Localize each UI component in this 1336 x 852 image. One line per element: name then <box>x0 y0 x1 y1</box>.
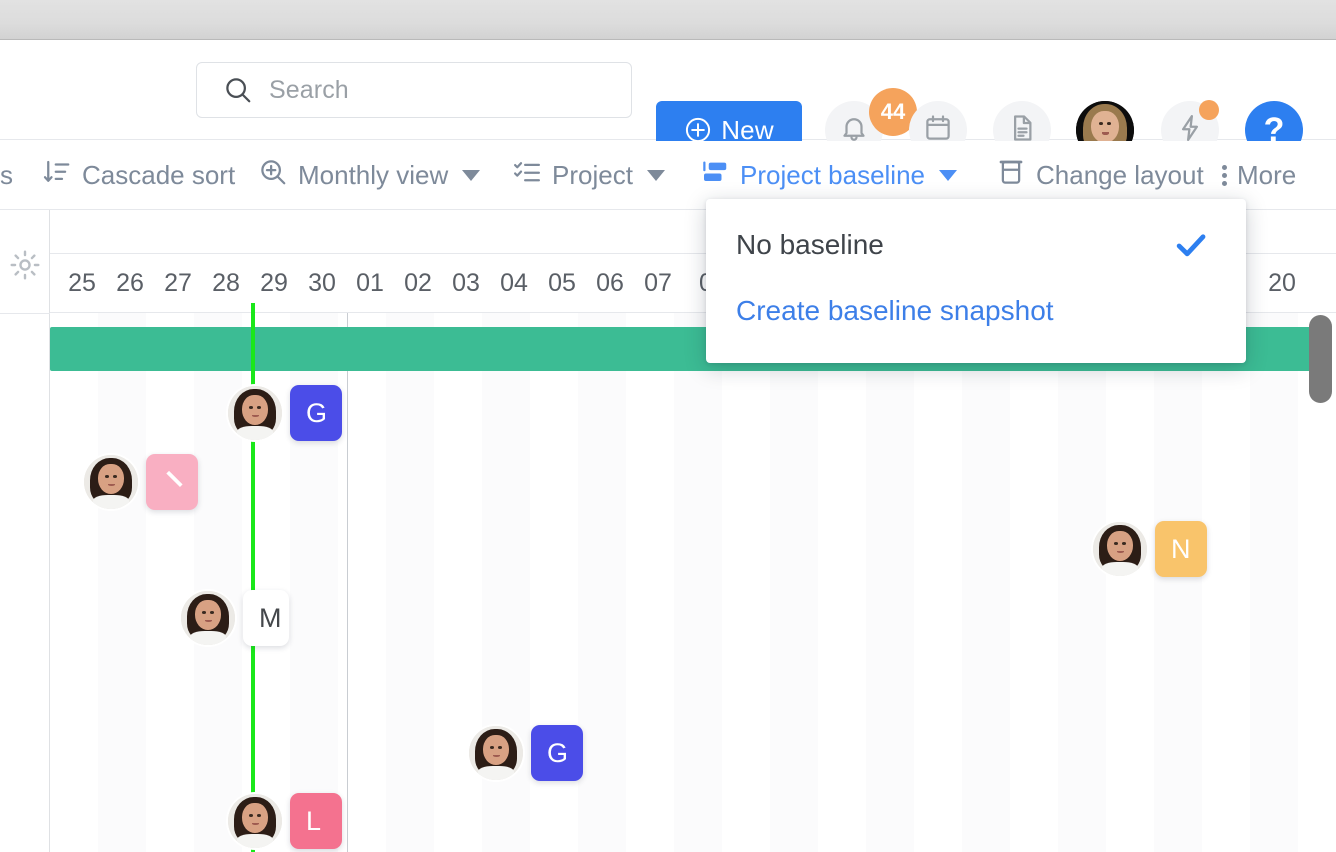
tag-icon <box>162 466 188 499</box>
gutter-divider <box>0 313 50 314</box>
task-bar[interactable]: L <box>290 793 342 849</box>
day-header-cell: 02 <box>404 269 432 297</box>
gantt-canvas[interactable]: G M N G L <box>50 313 1336 852</box>
day-header-cell: 26 <box>116 269 144 297</box>
menu-item-no-baseline[interactable]: No baseline <box>706 219 1246 271</box>
browser-chrome <box>0 0 1336 40</box>
task-n-1[interactable]: N <box>1093 521 1207 577</box>
day-header-cell: 28 <box>212 269 240 297</box>
column-stripe <box>98 313 146 852</box>
task-bar[interactable]: N <box>1155 521 1207 577</box>
zoom-in-icon <box>258 157 288 194</box>
chevron-down-icon <box>939 170 957 181</box>
vertical-scrollbar[interactable] <box>1309 315 1332 403</box>
check-icon <box>1172 226 1210 264</box>
chevron-down-icon <box>462 170 481 181</box>
task-m-1[interactable]: M <box>181 590 289 646</box>
task-bar-label: N <box>1171 533 1191 564</box>
toolbar-item-more-label: More <box>1237 160 1297 190</box>
day-header-cell: 27 <box>164 269 192 297</box>
gantt-gutter <box>0 210 50 852</box>
task-assignee-avatar[interactable] <box>1093 522 1147 576</box>
column-stripe <box>1154 313 1202 852</box>
column-stripe <box>962 313 1010 852</box>
toolbar-item-cascade-sort[interactable]: Cascade sort <box>42 141 235 210</box>
search-icon <box>223 75 253 105</box>
day-header-cell: 25 <box>68 269 96 297</box>
day-header-cell: 01 <box>356 269 384 297</box>
toolbar-item-cascade-sort-label: Cascade sort <box>82 160 236 190</box>
checklist-icon <box>512 157 542 194</box>
sort-icon <box>42 157 72 194</box>
task-assignee-avatar[interactable] <box>228 794 282 848</box>
search-placeholder: Search <box>269 75 349 104</box>
activity-badge-dot <box>1199 100 1219 120</box>
layout-icon <box>996 157 1026 194</box>
menu-item-no-baseline-label: No baseline <box>736 229 884 260</box>
task-g-2[interactable]: G <box>469 725 583 781</box>
task-l-1[interactable]: L <box>228 793 342 849</box>
task-p-1[interactable] <box>84 454 198 510</box>
gear-icon[interactable] <box>8 248 42 287</box>
baseline-icon <box>700 157 730 194</box>
kebab-icon <box>1222 165 1227 186</box>
column-stripe <box>674 313 722 852</box>
today-marker-head <box>251 303 255 313</box>
task-assignee-avatar[interactable] <box>84 455 138 509</box>
app-root: Search New 44 ? s Cascade sort Monthly v… <box>0 0 1336 852</box>
day-header-cell: 05 <box>548 269 576 297</box>
task-assignee-avatar[interactable] <box>228 386 282 440</box>
toolbar-item-project-label: Project <box>552 160 633 190</box>
chevron-down-icon <box>646 170 665 181</box>
plus-circle-icon <box>684 116 712 144</box>
search-input[interactable]: Search <box>196 62 632 118</box>
day-header-cell: 30 <box>308 269 336 297</box>
day-header-cell: 03 <box>452 269 480 297</box>
menu-item-create-baseline-snapshot-label: Create baseline snapshot <box>736 295 1054 326</box>
column-stripe <box>770 313 818 852</box>
day-header-cell: 20 <box>1268 269 1296 297</box>
task-bar[interactable]: G <box>290 385 342 441</box>
week-divider <box>347 313 348 852</box>
column-stripe <box>1058 313 1106 852</box>
day-header-cell: 07 <box>644 269 672 297</box>
column-stripe <box>1250 313 1298 852</box>
toolbar-item-truncated-label: s <box>0 160 13 190</box>
task-assignee-avatar[interactable] <box>181 591 235 645</box>
app-header: Search New 44 ? <box>0 40 1336 159</box>
menu-item-create-baseline-snapshot[interactable]: Create baseline snapshot <box>706 285 1246 337</box>
toolbar-item-monthly-view-label: Monthly view <box>298 160 449 190</box>
column-stripe <box>866 313 914 852</box>
column-stripe <box>578 313 626 852</box>
toolbar-item-project-baseline-label: Project baseline <box>740 160 925 190</box>
task-bar-label: G <box>306 397 328 428</box>
task-bar[interactable]: G <box>531 725 583 781</box>
column-stripe <box>386 313 434 852</box>
day-header-cell: 29 <box>260 269 288 297</box>
day-header-cell: 06 <box>596 269 624 297</box>
toolbar-item-monthly-view[interactable]: Monthly view <box>258 141 481 210</box>
toolbar-item-change-layout-label: Change layout <box>1036 160 1204 190</box>
project-baseline-menu: No baseline Create baseline snapshot <box>706 199 1246 363</box>
task-bar-label: M <box>259 602 282 633</box>
task-bar[interactable] <box>146 454 198 510</box>
task-bar[interactable]: M <box>243 590 289 646</box>
toolbar-item-project[interactable]: Project <box>512 141 665 210</box>
task-bar-label: G <box>547 737 569 768</box>
toolbar-item-truncated[interactable]: s <box>0 141 13 210</box>
task-bar-label: L <box>306 805 322 836</box>
task-g-1[interactable]: G <box>228 385 342 441</box>
task-assignee-avatar[interactable] <box>469 726 523 780</box>
day-header-cell: 04 <box>500 269 528 297</box>
